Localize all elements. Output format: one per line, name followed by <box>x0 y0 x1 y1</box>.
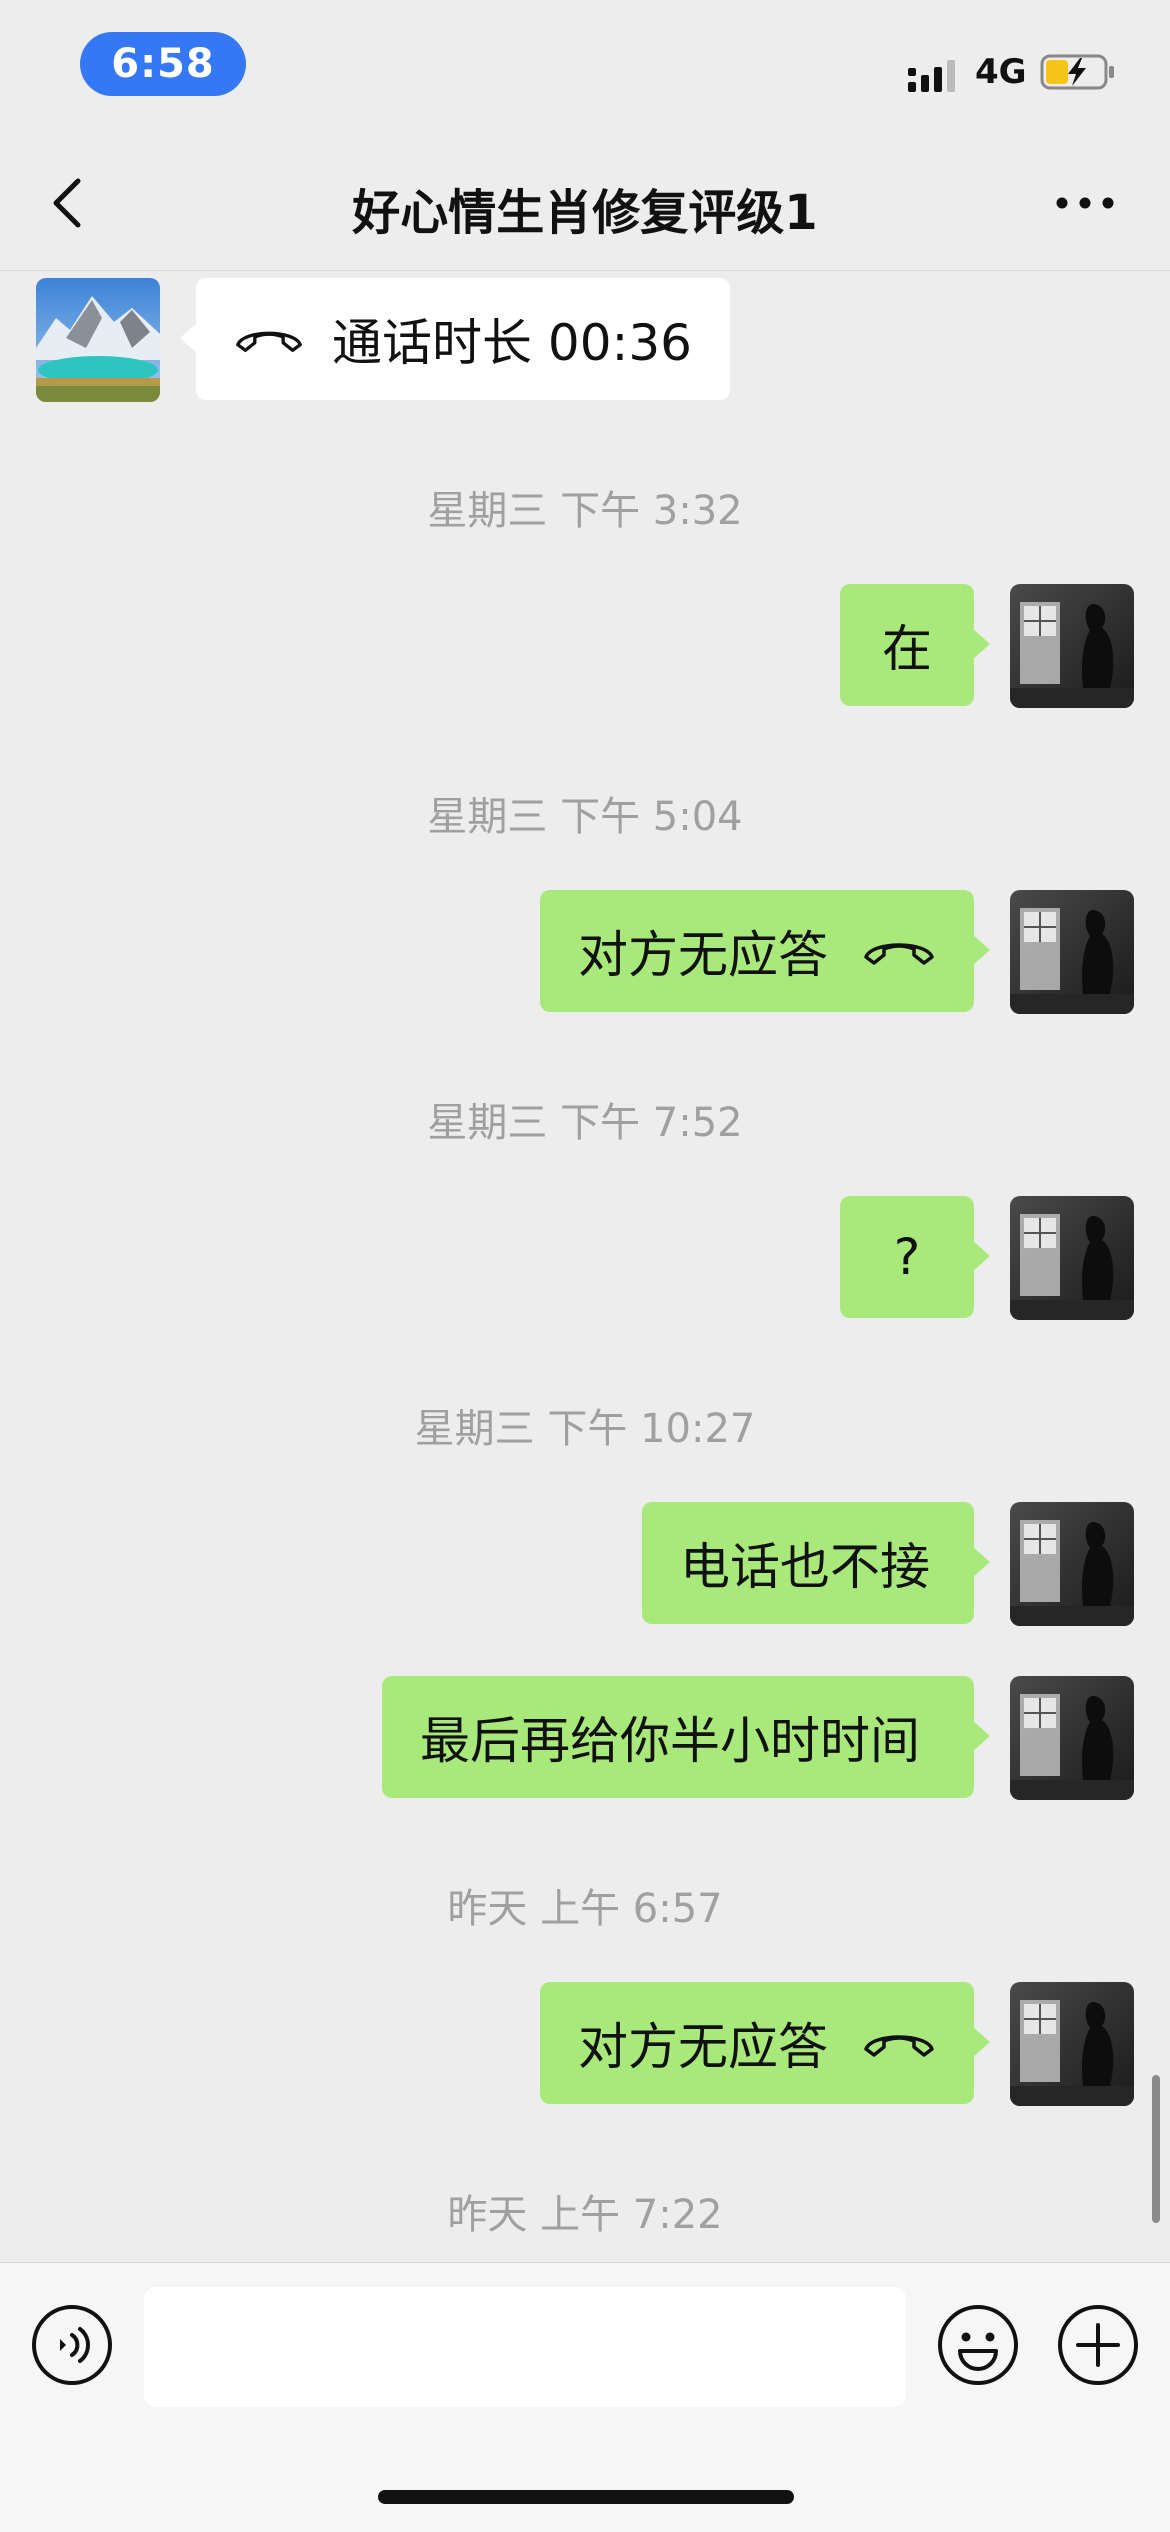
my-avatar[interactable] <box>1010 890 1134 1014</box>
status-bar: 6:58 4G <box>0 0 1170 135</box>
timestamp: 昨天 上午 6:57 <box>447 1886 723 1932</box>
message-bubble[interactable]: ? <box>840 1196 990 1318</box>
timestamp: 星期三 下午 3:32 <box>427 488 743 534</box>
my-avatar[interactable] <box>1010 1502 1134 1626</box>
message-text: 对方无应答 <box>578 2018 828 2076</box>
more-dots-icon[interactable] <box>1050 175 1120 231</box>
message-text: ? <box>893 1228 921 1286</box>
emoji-icon[interactable] <box>936 2303 1020 2387</box>
my-avatar[interactable] <box>1010 584 1134 708</box>
timestamp: 星期三 下午 10:27 <box>414 1406 756 1452</box>
message-bubble[interactable]: 在 <box>840 584 990 706</box>
status-time: 6:58 <box>80 32 246 96</box>
message-text: 对方无应答 <box>578 926 828 984</box>
message-text: 通话时长 00:36 <box>332 314 692 372</box>
battery-charging-icon <box>1040 54 1114 90</box>
home-indicator <box>378 2490 794 2504</box>
my-avatar[interactable] <box>1010 1676 1134 1800</box>
scrollbar[interactable] <box>1152 2075 1160 2223</box>
call-record-bubble[interactable]: 对方无应答 <box>540 890 990 1012</box>
timestamp: 星期三 下午 7:52 <box>427 1100 743 1146</box>
signal-icon <box>908 60 955 92</box>
network-label: 4G <box>975 52 1027 92</box>
message-input[interactable] <box>144 2287 906 2407</box>
my-avatar[interactable] <box>1010 1196 1134 1320</box>
voice-icon[interactable] <box>30 2303 114 2387</box>
phone-hangup-icon <box>862 933 936 969</box>
message-text: 在 <box>882 620 932 678</box>
message-text: 电话也不接 <box>680 1538 930 1596</box>
call-record-bubble[interactable]: 通话时长 00:36 <box>180 278 730 400</box>
timestamp: 昨天 上午 7:22 <box>447 2192 723 2238</box>
message-text: 最后再给你半小时时间 <box>420 1712 920 1770</box>
my-avatar[interactable] <box>1010 1982 1134 2106</box>
message-bubble[interactable]: 最后再给你半小时时间 <box>382 1676 990 1798</box>
plus-icon[interactable] <box>1056 2303 1140 2387</box>
timestamp: 星期三 下午 5:04 <box>427 794 743 840</box>
phone-hangup-icon <box>862 2025 936 2061</box>
nav-bar: 好心情生肖修复评级1 <box>0 135 1170 271</box>
contact-avatar[interactable] <box>36 278 160 402</box>
call-record-bubble[interactable]: 对方无应答 <box>540 1982 990 2104</box>
phone-hangup-icon <box>234 321 304 357</box>
message-bubble[interactable]: 电话也不接 <box>642 1502 990 1624</box>
chat-title: 好心情生肖修复评级1 <box>352 185 818 241</box>
